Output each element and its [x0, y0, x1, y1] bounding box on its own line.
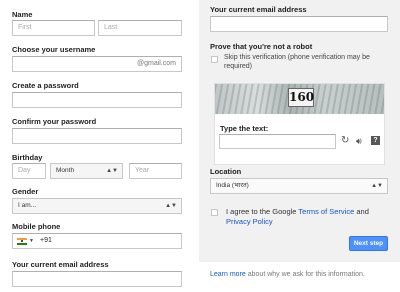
- last-name-input[interactable]: Last: [98, 20, 182, 36]
- captcha-input[interactable]: [219, 134, 336, 149]
- audio-icon[interactable]: 🔊︎: [356, 135, 362, 147]
- month-select[interactable]: Month ▲▼: [50, 163, 123, 179]
- skip-verification-checkbox[interactable]: [211, 56, 218, 63]
- confirm-password-label: Confirm your password: [12, 117, 97, 126]
- agree-checkbox[interactable]: [211, 209, 218, 216]
- chevron-updown-icon: ▲▼: [165, 203, 177, 209]
- gmail-suffix: @gmail.com: [136, 60, 176, 67]
- refresh-icon[interactable]: ↻: [341, 135, 349, 147]
- month-value: Month: [56, 167, 75, 174]
- captcha-image: 160: [215, 84, 384, 114]
- location-select[interactable]: India (भारत) ▲▼: [210, 178, 388, 194]
- first-name-input[interactable]: First: [12, 20, 95, 36]
- learn-more-text: Learn more about why we ask for this inf…: [210, 271, 365, 278]
- name-label: Name: [12, 10, 33, 19]
- location-label: Location: [210, 167, 242, 176]
- type-text-label: Type the text:: [220, 124, 269, 133]
- help-icon[interactable]: ?: [371, 136, 380, 145]
- username-input[interactable]: @gmail.com: [12, 56, 182, 72]
- country-code: +91: [40, 237, 52, 244]
- robot-label: Prove that you're not a robot: [210, 42, 313, 51]
- gender-value: I am...: [18, 202, 37, 209]
- privacy-link[interactable]: Privacy Policy: [226, 217, 273, 226]
- chevron-updown-icon: ▲▼: [371, 183, 383, 189]
- chevron-updown-icon: ▲▼: [106, 168, 118, 174]
- skip-verification-text: Skip this verification (phone verificati…: [224, 54, 370, 70]
- day-input[interactable]: Day: [12, 163, 46, 179]
- agree-text: I agree to the Google Terms of Service a…: [226, 207, 386, 227]
- terms-link[interactable]: Terms of Service: [298, 207, 354, 216]
- email-input[interactable]: [210, 16, 388, 32]
- mobile-input[interactable]: ▼ +91: [12, 233, 182, 249]
- learn-more-link[interactable]: Learn more: [210, 271, 246, 278]
- next-step-button[interactable]: Next step: [349, 236, 388, 251]
- email-label-left: Your current email address: [12, 260, 109, 269]
- location-value: India (भारत): [216, 182, 249, 189]
- username-label: Choose your username: [12, 45, 96, 54]
- india-flag-icon[interactable]: [17, 238, 27, 245]
- year-input[interactable]: Year: [129, 163, 182, 179]
- password-input[interactable]: [12, 92, 182, 108]
- gender-select[interactable]: I am... ▲▼: [12, 198, 182, 214]
- confirm-password-input[interactable]: [12, 128, 182, 144]
- email-input-left[interactable]: [12, 271, 182, 287]
- captcha-box: 160 Type the text: ↻ 🔊︎ ?: [214, 83, 385, 165]
- agree-prefix: I agree to the Google: [226, 207, 299, 216]
- mobile-label: Mobile phone: [12, 222, 61, 231]
- captcha-text: 160: [288, 88, 314, 107]
- agree-and: and: [354, 207, 369, 216]
- birthday-label: Birthday: [12, 153, 43, 162]
- learn-more-rest: about why we ask for this information.: [245, 271, 365, 278]
- password-label: Create a password: [12, 81, 79, 90]
- gender-label: Gender: [12, 187, 39, 196]
- country-dropdown-icon[interactable]: ▼: [29, 234, 34, 248]
- email-label: Your current email address: [210, 5, 307, 14]
